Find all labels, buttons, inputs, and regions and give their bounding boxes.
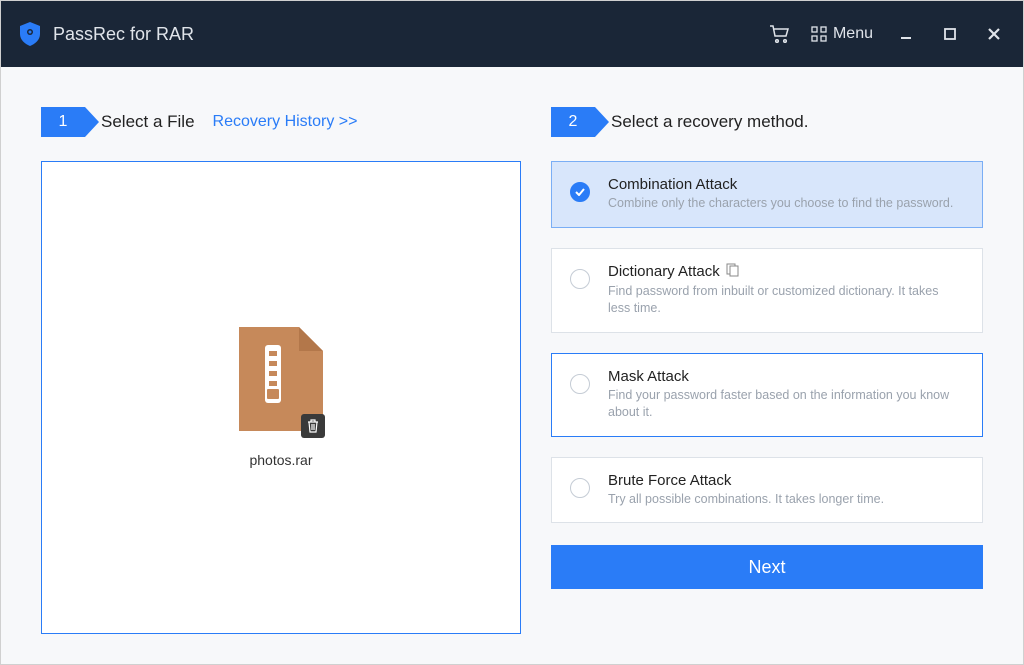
method-body: Combination Attack Combine only the char…: [608, 176, 964, 213]
method-title: Combination Attack: [608, 176, 964, 193]
titlebar: PassRec for RAR Menu: [1, 1, 1023, 67]
method-desc: Find your password faster based on the i…: [608, 387, 964, 422]
file-drop-panel[interactable]: photos.rar: [41, 161, 521, 634]
cart-button[interactable]: [769, 25, 789, 43]
menu-label: Menu: [833, 25, 873, 43]
step2-column: 2 Select a recovery method. Combination …: [551, 67, 983, 634]
shield-icon: [19, 22, 41, 46]
remove-file-button[interactable]: [301, 414, 325, 438]
method-desc: Find password from inbuilt or customized…: [608, 283, 964, 318]
content-area: 1 Select a File Recovery History >>: [1, 67, 1023, 664]
method-desc: Try all possible combinations. It takes …: [608, 491, 964, 509]
step1-label: Select a File: [101, 112, 195, 132]
method-body: Dictionary Attack Find password from inb…: [608, 263, 964, 318]
titlebar-right: Menu: [769, 23, 1005, 45]
method-mask-attack[interactable]: Mask Attack Find your password faster ba…: [551, 353, 983, 437]
selected-file-name: photos.rar: [249, 452, 312, 468]
step1-badge: 1: [41, 107, 85, 137]
method-title: Brute Force Attack: [608, 472, 964, 489]
method-title-text: Dictionary Attack: [608, 263, 720, 280]
method-brute-force-attack[interactable]: Brute Force Attack Try all possible comb…: [551, 457, 983, 524]
close-button[interactable]: [983, 23, 1005, 45]
method-title: Dictionary Attack: [608, 263, 964, 281]
radio-unchecked-icon: [570, 269, 590, 289]
method-body: Brute Force Attack Try all possible comb…: [608, 472, 964, 509]
step2-label: Select a recovery method.: [611, 112, 808, 132]
maximize-button[interactable]: [939, 23, 961, 45]
step1-column: 1 Select a File Recovery History >>: [41, 67, 521, 634]
method-desc: Combine only the characters you choose t…: [608, 195, 964, 213]
minimize-button[interactable]: [895, 23, 917, 45]
app-window: PassRec for RAR Menu 1: [0, 0, 1024, 665]
recovery-methods-list: Combination Attack Combine only the char…: [551, 161, 983, 523]
radio-checked-icon: [570, 182, 590, 202]
method-dictionary-attack[interactable]: Dictionary Attack Find password from inb…: [551, 248, 983, 333]
dictionary-file-icon: [726, 263, 740, 281]
step2-header: 2 Select a recovery method.: [551, 67, 983, 161]
recovery-history-link[interactable]: Recovery History >>: [213, 113, 358, 131]
radio-unchecked-icon: [570, 374, 590, 394]
app-title: PassRec for RAR: [53, 24, 194, 45]
file-icon-wrap: [239, 327, 323, 436]
method-body: Mask Attack Find your password faster ba…: [608, 368, 964, 422]
method-title: Mask Attack: [608, 368, 964, 385]
menu-button[interactable]: Menu: [811, 25, 873, 43]
step2-badge: 2: [551, 107, 595, 137]
step1-header: 1 Select a File Recovery History >>: [41, 67, 521, 161]
next-button[interactable]: Next: [551, 545, 983, 589]
method-combination-attack[interactable]: Combination Attack Combine only the char…: [551, 161, 983, 228]
radio-unchecked-icon: [570, 478, 590, 498]
titlebar-left: PassRec for RAR: [19, 22, 194, 46]
